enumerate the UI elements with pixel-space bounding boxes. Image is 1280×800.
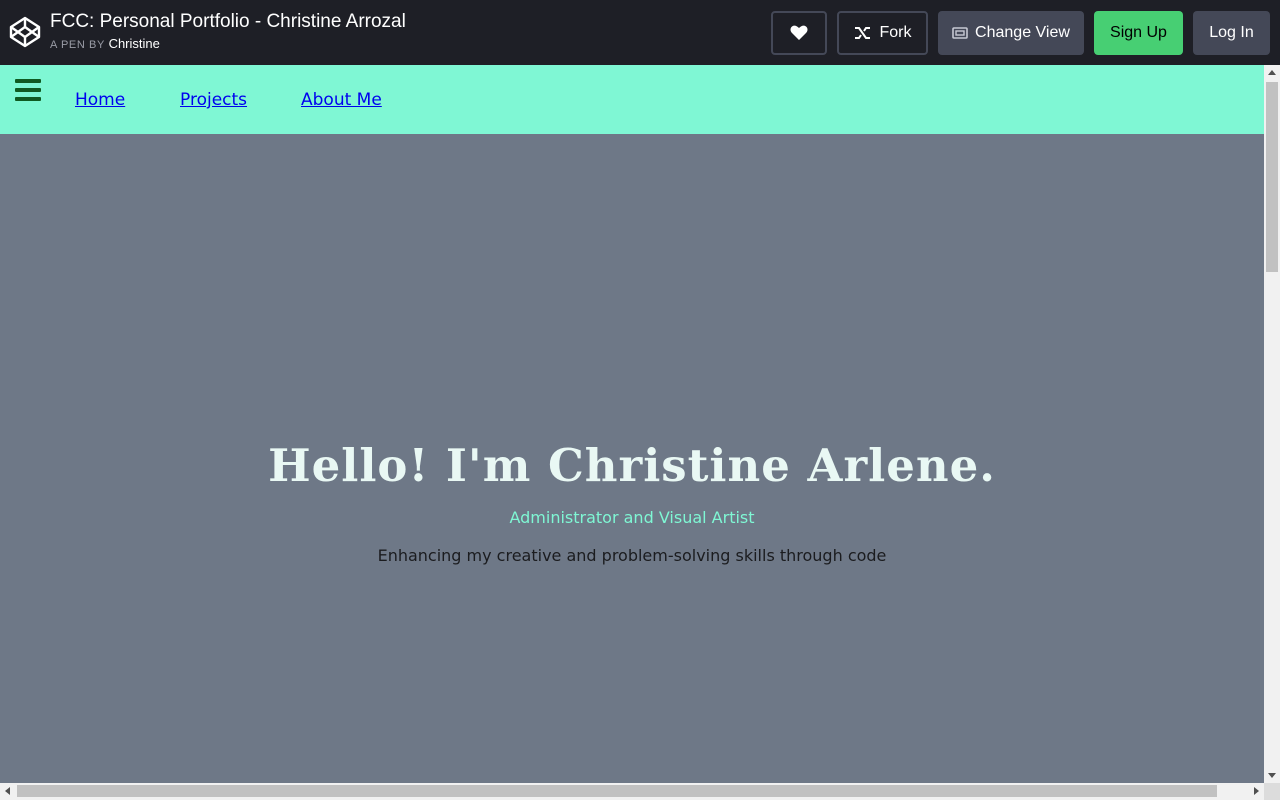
pen-preview: Home Projects About Me Hello! I'm Christ… — [0, 65, 1264, 783]
pen-author-link[interactable]: Christine — [109, 36, 160, 51]
nav-link-home[interactable]: Home — [75, 90, 125, 110]
pen-by-label: A PEN BY — [50, 39, 105, 51]
scroll-down-arrow-icon[interactable] — [1268, 773, 1276, 778]
vertical-scrollbar[interactable] — [1264, 65, 1280, 783]
hero-title: Hello! I'm Christine Arlene. — [268, 439, 996, 492]
horizontal-scrollbar[interactable] — [0, 783, 1264, 800]
change-view-label: Change View — [975, 24, 1070, 41]
codepen-logo-icon[interactable] — [9, 16, 41, 48]
scrollbar-corner — [1264, 783, 1280, 800]
pen-author-line: A PEN BY Christine — [50, 36, 160, 51]
scroll-up-arrow-icon[interactable] — [1268, 70, 1276, 75]
change-view-icon — [952, 27, 968, 39]
scroll-right-arrow-icon[interactable] — [1254, 787, 1259, 795]
log-in-button[interactable]: Log In — [1193, 11, 1270, 55]
scroll-left-arrow-icon[interactable] — [5, 787, 10, 795]
change-view-button[interactable]: Change View — [938, 11, 1084, 55]
hero-section: Hello! I'm Christine Arlene. Administrat… — [0, 435, 1264, 565]
portfolio-navbar: Home Projects About Me — [0, 65, 1264, 134]
nav-link-projects[interactable]: Projects — [180, 90, 247, 110]
nav-link-about-me[interactable]: About Me — [301, 90, 382, 110]
fork-button[interactable]: Fork — [837, 11, 928, 55]
pen-title: FCC: Personal Portfolio - Christine Arro… — [50, 11, 406, 32]
hamburger-menu-icon[interactable] — [15, 79, 41, 101]
hero-subtitle: Administrator and Visual Artist — [509, 508, 755, 527]
fork-icon — [854, 27, 870, 39]
heart-button[interactable] — [771, 11, 827, 55]
vertical-scroll-thumb[interactable] — [1266, 82, 1278, 272]
codepen-header: FCC: Personal Portfolio - Christine Arro… — [0, 0, 1280, 65]
sign-up-button[interactable]: Sign Up — [1094, 11, 1183, 55]
hero-tagline: Enhancing my creative and problem-solvin… — [377, 546, 887, 565]
fork-label: Fork — [879, 24, 912, 41]
horizontal-scroll-thumb[interactable] — [17, 785, 1217, 797]
heart-icon — [790, 25, 808, 40]
